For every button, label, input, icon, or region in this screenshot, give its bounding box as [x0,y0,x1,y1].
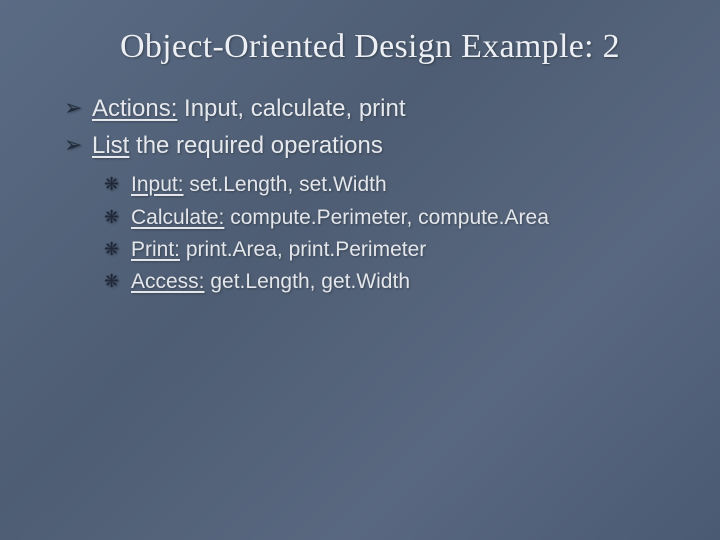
list-item: ❋ Print: print.Area, print.Perimeter [104,236,680,263]
sub-list: ❋ Input: set.Length, set.Width ❋ Calcula… [104,171,680,295]
list-item-label: Calculate: [131,206,224,229]
list-item-rest: Input, calculate, print [177,95,405,122]
list-item-label: Access: [131,270,205,293]
list-item: ❋ Access: get.Length, get.Width [104,268,680,295]
list-item-label: List [92,132,129,159]
arrow-icon: ➢ [64,131,86,159]
list-item-rest: print.Area, print.Perimeter [180,238,426,261]
list-item: ➢ List the required operations [64,131,680,162]
list-item-rest: get.Length, get.Width [205,270,410,293]
list-item-rest: the required operations [129,132,383,159]
list-item-label: Print: [131,238,180,261]
list-item-text: Access: get.Length, get.Width [131,268,410,295]
list-item-text: List the required operations [92,131,383,162]
main-list: ➢ Actions: Input, calculate, print ➢ Lis… [64,94,680,161]
slide: Object-Oriented Design Example: 2 ➢ Acti… [0,0,720,540]
list-item: ❋ Input: set.Length, set.Width [104,171,680,198]
gear-icon: ❋ [104,268,124,293]
list-item-text: Input: set.Length, set.Width [131,171,387,198]
gear-icon: ❋ [104,204,124,229]
page-title: Object-Oriented Design Example: 2 [60,28,680,66]
list-item-label: Actions: [92,95,177,122]
list-item-text: Calculate: compute.Perimeter, compute.Ar… [131,204,549,231]
gear-icon: ❋ [104,171,124,196]
list-item-rest: compute.Perimeter, compute.Area [224,206,549,229]
gear-icon: ❋ [104,236,124,261]
list-item-label: Input: [131,173,184,196]
list-item-text: Print: print.Area, print.Perimeter [131,236,426,263]
list-item: ❋ Calculate: compute.Perimeter, compute.… [104,204,680,231]
arrow-icon: ➢ [64,94,86,122]
list-item: ➢ Actions: Input, calculate, print [64,94,680,125]
list-item-text: Actions: Input, calculate, print [92,94,406,125]
list-item-rest: set.Length, set.Width [184,173,387,196]
